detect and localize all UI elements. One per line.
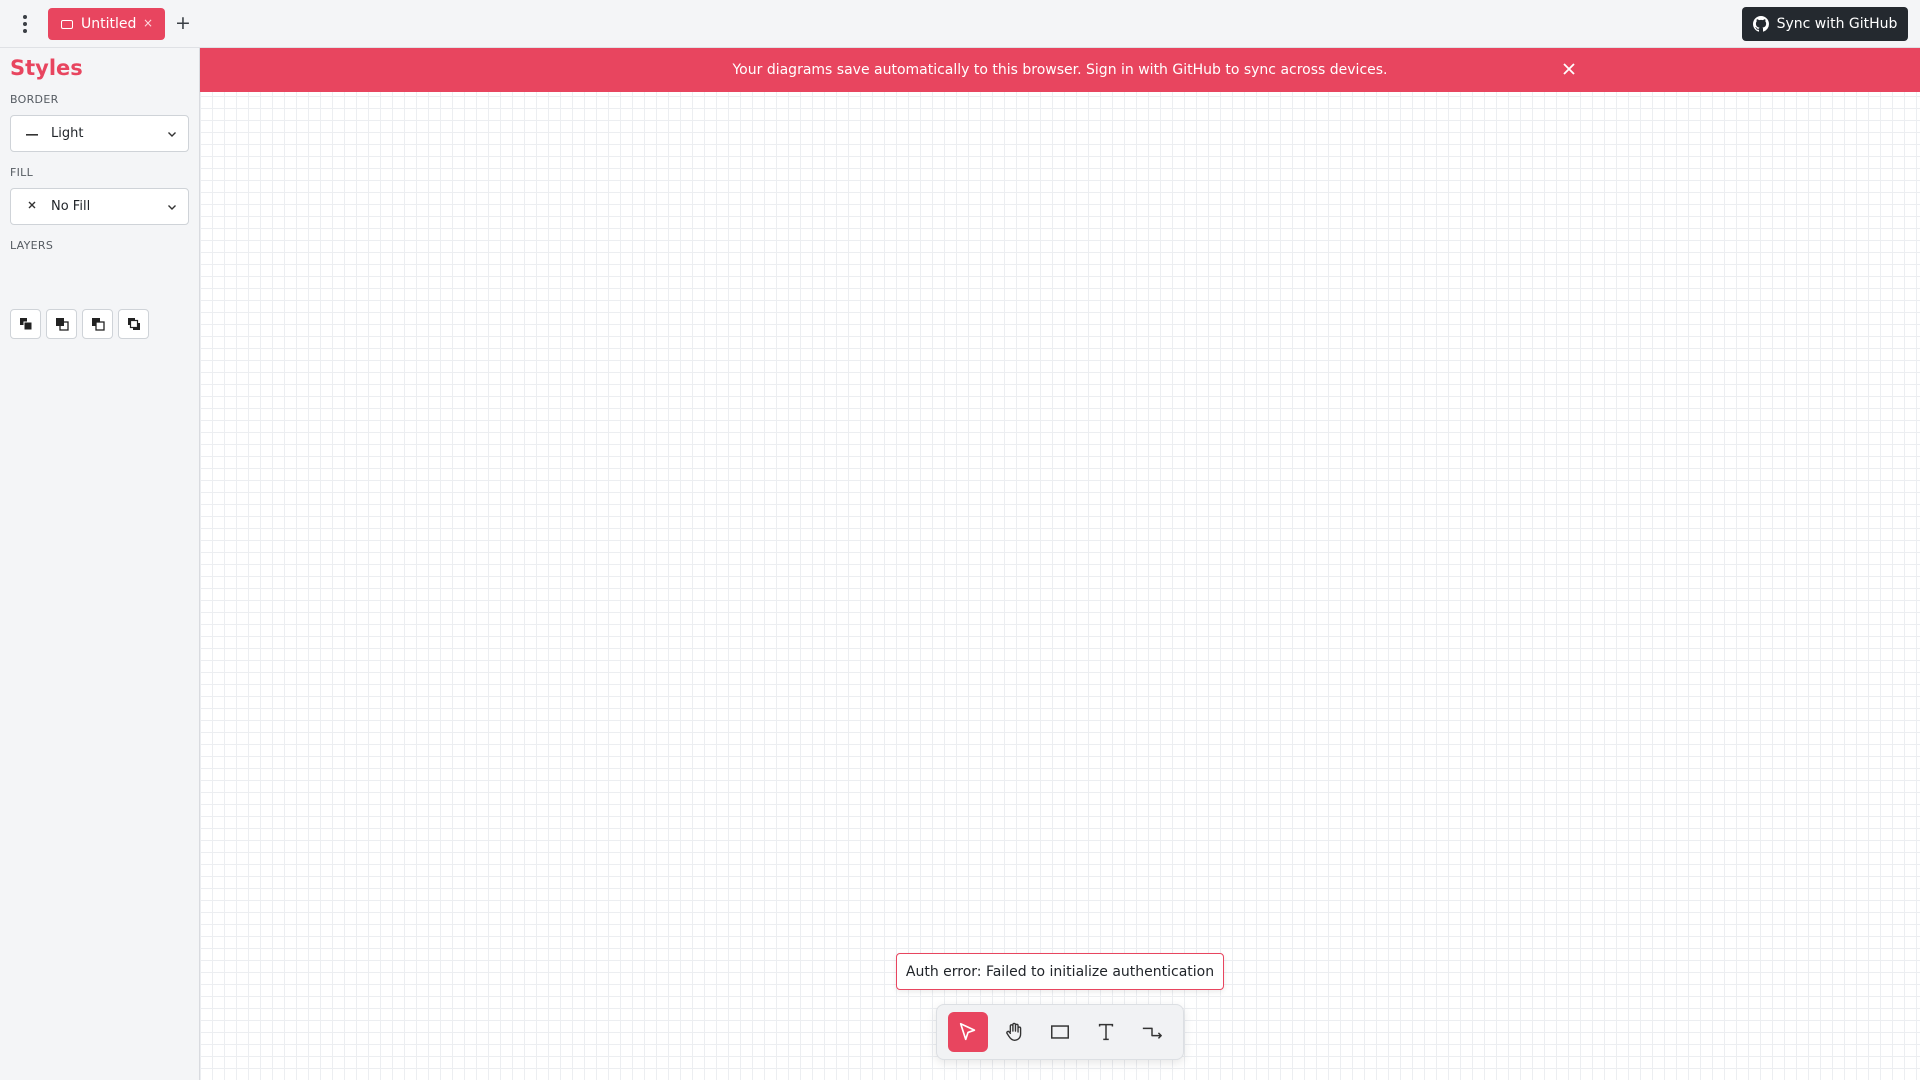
x-icon bbox=[25, 199, 39, 214]
styles-sidebar: Styles BORDER Light FILL No Fill LAYERS bbox=[0, 48, 200, 1080]
tool-palette bbox=[936, 1004, 1184, 1060]
more-menu-icon[interactable] bbox=[12, 12, 38, 36]
line-icon bbox=[25, 126, 39, 141]
github-icon bbox=[1752, 16, 1769, 32]
sync-button-label: Sync with GitHub bbox=[1776, 16, 1898, 32]
send-backward-icon bbox=[91, 318, 105, 331]
send-backward-button[interactable] bbox=[82, 309, 113, 339]
sync-banner: Your diagrams save automatically to this… bbox=[200, 48, 1920, 92]
cursor-icon bbox=[959, 1022, 976, 1041]
tab-label: Untitled bbox=[81, 16, 137, 32]
border-select[interactable]: Light bbox=[10, 115, 189, 152]
sidebar-title: Styles bbox=[10, 56, 83, 80]
border-select-value: Light bbox=[51, 126, 84, 141]
bring-forward-icon bbox=[55, 318, 69, 331]
rectangle-icon bbox=[1051, 1025, 1069, 1039]
close-icon[interactable] bbox=[1561, 61, 1577, 77]
tool-text[interactable] bbox=[1086, 1012, 1126, 1052]
diagram-canvas[interactable] bbox=[200, 48, 1920, 1080]
top-bar: Untitled × + Sync with GitHub bbox=[0, 0, 1920, 48]
tool-select[interactable] bbox=[948, 1012, 988, 1052]
bring-to-front-button[interactable] bbox=[10, 309, 41, 339]
new-tab-button[interactable]: + bbox=[174, 9, 192, 37]
chevron-down-icon bbox=[168, 205, 176, 210]
banner-message: Your diagrams save automatically to this… bbox=[732, 62, 1388, 78]
chevron-down-icon bbox=[168, 132, 176, 137]
tool-rectangle[interactable] bbox=[1040, 1012, 1080, 1052]
tab-close-icon[interactable]: × bbox=[143, 16, 153, 30]
bring-to-front-icon bbox=[19, 318, 32, 331]
text-icon bbox=[1098, 1023, 1114, 1041]
sync-with-github-button[interactable]: Sync with GitHub bbox=[1742, 7, 1908, 41]
layers-label: LAYERS bbox=[10, 239, 54, 252]
tool-pan[interactable] bbox=[994, 1012, 1034, 1052]
auth-error-toast: Auth error: Failed to initialize authent… bbox=[896, 953, 1224, 990]
hand-icon bbox=[1006, 1022, 1022, 1041]
fill-select-value: No Fill bbox=[51, 199, 91, 214]
tab-untitled[interactable]: Untitled × bbox=[48, 8, 165, 40]
border-label: BORDER bbox=[10, 93, 59, 106]
tool-connector[interactable] bbox=[1132, 1012, 1172, 1052]
bring-forward-button[interactable] bbox=[46, 309, 77, 339]
diagram-tab-icon bbox=[61, 19, 73, 29]
fill-select[interactable]: No Fill bbox=[10, 188, 189, 225]
fill-label: FILL bbox=[10, 166, 34, 179]
send-to-back-button[interactable] bbox=[118, 309, 149, 339]
send-to-back-icon bbox=[127, 318, 140, 330]
toast-message: Auth error: Failed to initialize authent… bbox=[905, 963, 1215, 980]
connector-icon bbox=[1142, 1027, 1162, 1039]
